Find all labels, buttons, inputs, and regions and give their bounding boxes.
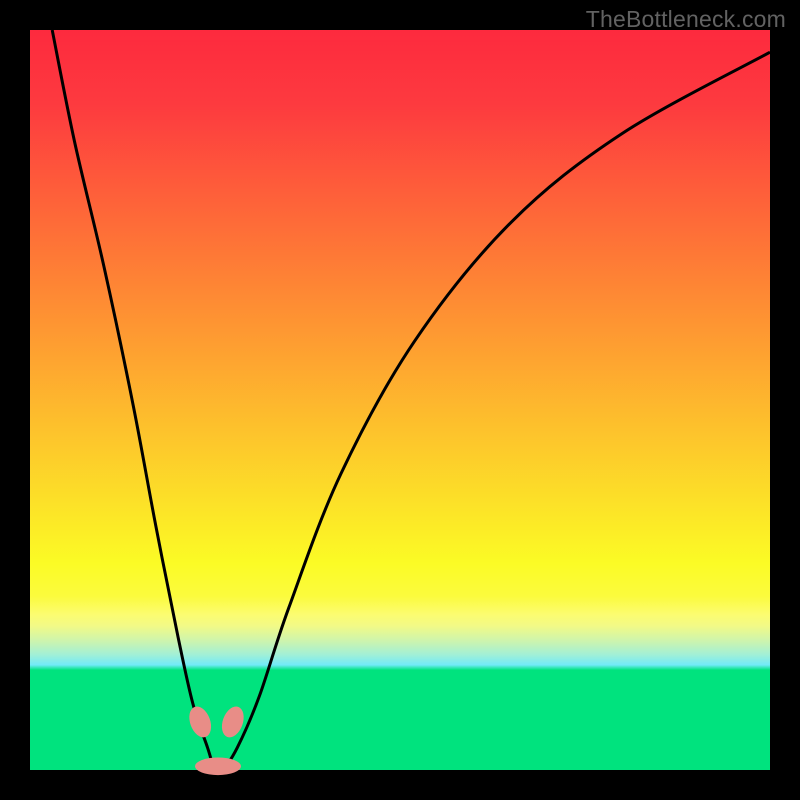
marker-bottom — [195, 758, 241, 776]
chart-frame: TheBottleneck.com — [0, 0, 800, 800]
marker-left — [185, 703, 215, 740]
curve-svg — [30, 30, 770, 770]
bottleneck-curve — [52, 30, 770, 773]
plot-area — [30, 30, 770, 770]
watermark-text: TheBottleneck.com — [586, 6, 786, 33]
curve-markers — [185, 703, 247, 775]
